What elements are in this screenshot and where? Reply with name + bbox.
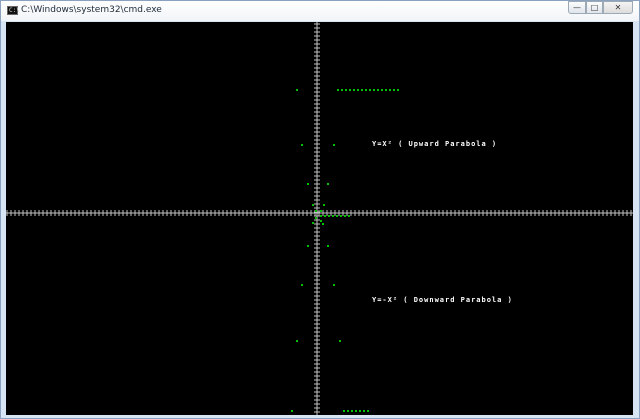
downward-parabola-point bbox=[343, 410, 345, 412]
console-window: C:\ C:\Windows\system32\cmd.exe — □ ✕ Y=… bbox=[0, 0, 640, 419]
upward-parabola-point bbox=[389, 89, 391, 91]
upward-parabola-point bbox=[312, 204, 314, 206]
parabola-point bbox=[340, 215, 342, 217]
upward-parabola-point bbox=[323, 204, 325, 206]
downward-parabola-point bbox=[359, 410, 361, 412]
downward-parabola-point bbox=[322, 223, 324, 225]
app-icon-text: C:\ bbox=[9, 7, 20, 14]
upward-parabola-point bbox=[393, 89, 395, 91]
parabola-point bbox=[348, 215, 350, 217]
window-title: C:\Windows\system32\cmd.exe bbox=[21, 5, 162, 15]
upward-parabola-point bbox=[397, 89, 399, 91]
minimize-button[interactable]: — bbox=[568, 1, 586, 14]
downward-parabola-point bbox=[301, 284, 303, 286]
console-area[interactable]: Y=X² ( Upward Parabola ) Y=-X² ( Downwar… bbox=[6, 22, 633, 415]
upward-parabola-point bbox=[353, 89, 355, 91]
downward-parabola-point bbox=[291, 410, 293, 412]
parabola-point bbox=[324, 215, 326, 217]
downward-parabola-point bbox=[296, 340, 298, 342]
downward-parabola-label: Y=-X² ( Downward Parabola ) bbox=[372, 296, 513, 304]
upward-parabola-point bbox=[301, 144, 303, 146]
title-bar[interactable]: C:\ C:\Windows\system32\cmd.exe — □ ✕ bbox=[1, 1, 639, 21]
upward-parabola-point bbox=[385, 89, 387, 91]
cmd-app-icon[interactable]: C:\ bbox=[7, 6, 20, 15]
downward-parabola-point bbox=[320, 220, 322, 222]
upward-parabola-point bbox=[307, 183, 309, 185]
parabola-point bbox=[344, 215, 346, 217]
downward-parabola-point bbox=[363, 410, 365, 412]
upward-parabola-point bbox=[341, 89, 343, 91]
downward-parabola-point bbox=[347, 410, 349, 412]
upward-parabola-point bbox=[337, 89, 339, 91]
upward-parabola-point bbox=[345, 89, 347, 91]
upward-parabola-label: Y=X² ( Upward Parabola ) bbox=[372, 140, 498, 148]
downward-parabola-point bbox=[351, 410, 353, 412]
upward-parabola-point bbox=[333, 144, 335, 146]
upward-parabola-point bbox=[361, 89, 363, 91]
upward-parabola-point bbox=[327, 183, 329, 185]
upward-parabola-point bbox=[373, 89, 375, 91]
downward-parabola-point bbox=[333, 284, 335, 286]
downward-parabola-point bbox=[339, 340, 341, 342]
upward-parabola-point bbox=[296, 89, 298, 91]
upward-parabola-point bbox=[365, 89, 367, 91]
upward-parabola-point bbox=[357, 89, 359, 91]
upward-parabola-point bbox=[320, 210, 322, 212]
downward-parabola-point bbox=[355, 410, 357, 412]
parabola-point bbox=[328, 215, 330, 217]
upward-parabola-point bbox=[349, 89, 351, 91]
downward-parabola-point bbox=[327, 245, 329, 247]
maximize-button[interactable]: □ bbox=[586, 1, 603, 14]
upward-parabola-point bbox=[381, 89, 383, 91]
downward-parabola-point bbox=[315, 217, 317, 219]
close-button[interactable]: ✕ bbox=[603, 1, 633, 14]
parabola-plot bbox=[6, 22, 633, 415]
parabola-point bbox=[332, 215, 334, 217]
parabola-point bbox=[320, 215, 322, 217]
downward-parabola-point bbox=[312, 222, 314, 224]
downward-parabola-point bbox=[367, 410, 369, 412]
upward-parabola-point bbox=[369, 89, 371, 91]
upward-parabola-point bbox=[377, 89, 379, 91]
upward-parabola-point bbox=[315, 210, 317, 212]
parabola-point bbox=[336, 215, 338, 217]
downward-parabola-point bbox=[307, 245, 309, 247]
